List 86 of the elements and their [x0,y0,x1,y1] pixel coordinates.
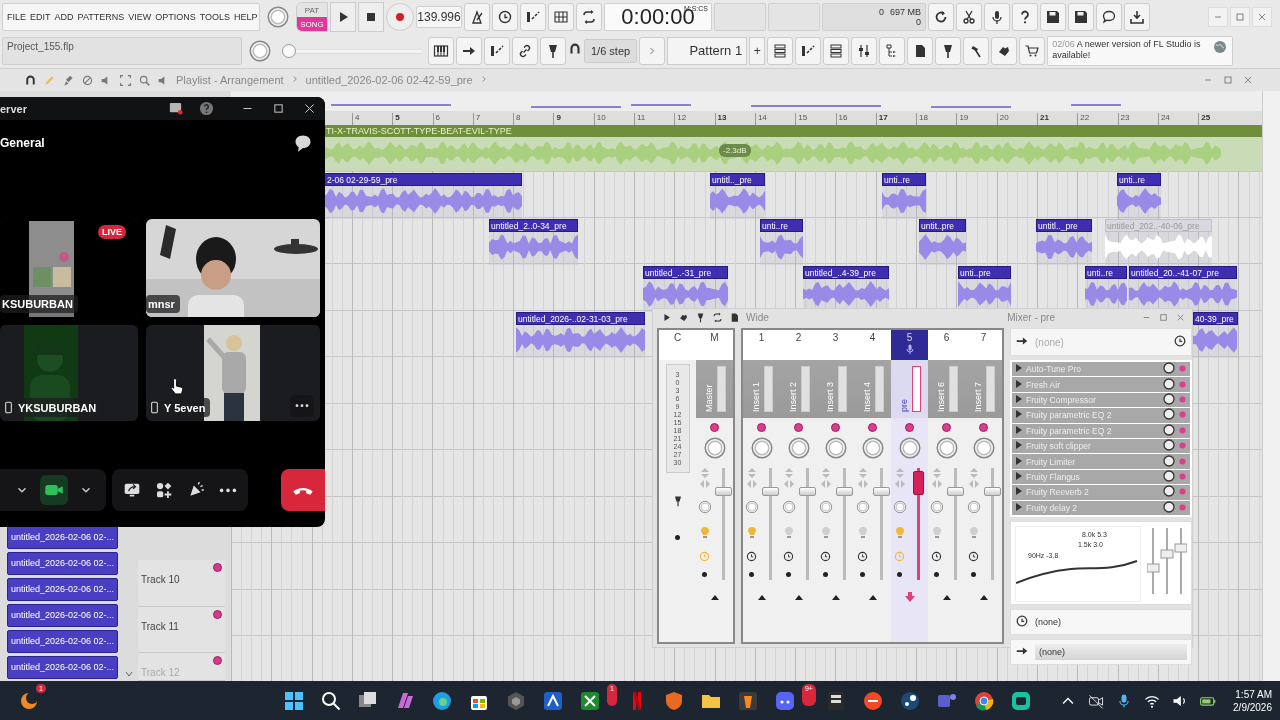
strip-number: C [673,332,682,343]
clip-list-item[interactable]: untitled_2026-02-06 02-... [7,656,119,679]
menu-item[interactable]: HELP [232,12,260,22]
output-slot[interactable]: (none) [1035,643,1187,660]
video-tile[interactable]: YKSUBURBAN [0,325,138,421]
clip-name: unti..pre [958,265,1011,279]
mode-tab[interactable]: SONG [297,17,327,31]
clip-name: untitled_2..0-34_pre [489,219,578,232]
window-title: Playlist - Arrangement [176,74,284,86]
strip-number: 6 [943,332,950,343]
mixer-strip[interactable]: 4 Insert 4 [854,330,891,642]
clip-name: untitled_2026-..02-31-03_pre [516,312,645,325]
clip-name: 40-39_pre [1193,312,1238,325]
mixer-strip[interactable]: 3 Insert 3 [817,330,854,642]
tempo-display[interactable]: 139.996 [416,6,462,28]
menu-item[interactable]: EDIT [28,12,53,22]
strip-number: 4 [869,332,876,343]
video-tile[interactable]: LIVE KSUBURBAN [0,219,138,317]
strip-number: 5 [906,332,913,343]
clip-name: untitled_..4-39_pre [803,265,889,279]
clip-name: unti..re [1117,172,1161,186]
clip-list-item[interactable]: untitled_2026-02-06 02-... [7,526,119,549]
mixer-strip[interactable]: 7 Insert 7 [965,330,1002,642]
strip-number: M [710,332,719,343]
strip-name: Insert 6 [935,381,946,412]
clip-list-item[interactable]: untitled_2026-02-06 02-... [7,630,119,653]
video-tile[interactable]: mnsr [146,219,320,317]
clip-list-item[interactable]: untitled_2026-02-06 02-... [7,552,119,575]
live-badge: LIVE [98,225,126,239]
clock-date[interactable]: 2/9/2026 [1233,701,1272,713]
participant-name: YKSUBURBAN [18,401,97,414]
mixer-strip[interactable]: M Master [696,330,733,642]
strip-number: 1 [758,332,765,343]
pattern-selector[interactable]: Pattern 1 [667,37,748,65]
video-tile[interactable]: Y 5even [146,325,320,421]
menu-item[interactable]: VIEW [126,12,154,22]
cpu-reading: 0 [878,7,884,17]
mixer-strip[interactable]: 6 Insert 6 [928,330,965,642]
clip-name: untitled_202..-40-06_pre [1105,219,1212,232]
menu-item[interactable]: OPTIONS [153,12,198,22]
mixer-strip[interactable]: 1 Insert 1 [743,330,780,642]
menu-item[interactable]: ADD [52,12,76,22]
clip-list-item[interactable]: untitled_2026-02-06 02-... [7,578,119,601]
snap-dropdown[interactable]: 1/6 step [584,39,638,63]
clock-time[interactable]: 1:57 AM [1235,688,1272,700]
menu-item[interactable]: PATTERNS [75,12,127,22]
memory-reading: 697 MB [889,7,921,17]
add-pattern-button[interactable]: + [749,37,766,65]
clip-name: untitled_20..-41-07_pre [1129,265,1237,279]
strip-number: 2 [795,332,802,343]
breadcrumb: untitled_2026-02-06 02-42-59_pre [305,74,473,86]
participant-name: mnsr [148,298,175,310]
preset-name: Wide [746,312,769,323]
strip-number: 3 [832,332,839,343]
news-text: 02/06 A newer version of FL Studio is available! [1052,39,1202,62]
strip-number: 7 [980,332,987,343]
clip-name: untitl.._pre [710,172,765,186]
project-name: Project_155.flp [2,37,242,65]
gain-label: -2.3dB [719,144,751,157]
window-title: erver [0,102,27,115]
strip-name: Insert 4 [861,381,872,412]
clip-list-item[interactable]: untitled_2026-02-06 02-... [7,604,119,627]
clip-name: unti..re [760,219,803,232]
menu-item[interactable]: TOOLS [197,12,233,22]
channel-name: General [0,136,45,150]
window-title: Mixer - pre [1007,312,1055,323]
strip-name: pre [898,398,909,412]
strip-name: Master [703,383,714,412]
clip-name: untitled_..-31_pre [643,265,728,279]
mixer-strip[interactable]: 2 Insert 2 [780,330,817,642]
clip-name: untit..pre [919,219,966,232]
strip-name: Insert 1 [750,381,761,412]
participant-name: KSUBURBAN [2,298,73,310]
track-name: Track 11 [141,620,179,632]
clip-name: unti..re [882,172,926,186]
strip-name: Insert 7 [972,381,983,412]
polyphony-reading: 0 [916,17,921,27]
strip-name: Insert 3 [824,381,835,412]
menu-item[interactable]: FILE [5,12,28,22]
clip-name: untitl.._pre [1036,219,1092,232]
clip-name: unti..re [1085,265,1127,279]
track-name: Track 10 [141,574,180,585]
mode-tab[interactable]: PAT [297,3,327,17]
participant-name: Y 5even [164,401,206,414]
strip-name: Insert 2 [787,381,798,412]
mixer-strip[interactable]: 5 pre [891,330,928,642]
